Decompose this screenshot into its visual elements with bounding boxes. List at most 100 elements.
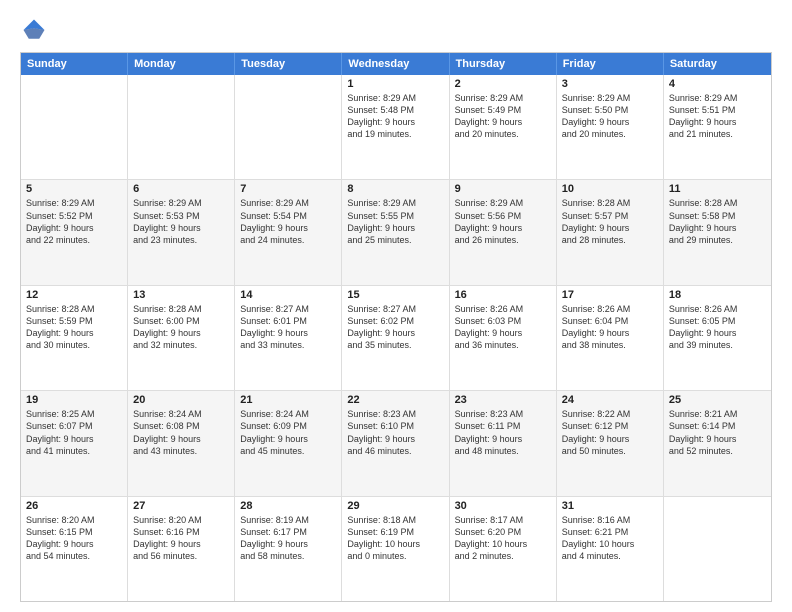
cell-info: Sunrise: 8:21 AM Sunset: 6:14 PM Dayligh… — [669, 408, 766, 457]
day-header-thursday: Thursday — [450, 53, 557, 75]
day-cell-5: 5 Sunrise: 8:29 AM Sunset: 5:52 PM Daylig… — [21, 180, 128, 284]
week-row-4: 19 Sunrise: 8:25 AM Sunset: 6:07 PM Dayli… — [21, 391, 771, 496]
cell-info: Sunrise: 8:23 AM Sunset: 6:11 PM Dayligh… — [455, 408, 551, 457]
day-number: 17 — [562, 289, 658, 301]
day-header-friday: Friday — [557, 53, 664, 75]
cell-info: Sunrise: 8:29 AM Sunset: 5:48 PM Dayligh… — [347, 92, 443, 141]
day-number: 31 — [562, 500, 658, 512]
cell-info: Sunrise: 8:20 AM Sunset: 6:15 PM Dayligh… — [26, 514, 122, 563]
day-cell-26: 26 Sunrise: 8:20 AM Sunset: 6:15 PM Dayli… — [21, 497, 128, 601]
cell-info: Sunrise: 8:25 AM Sunset: 6:07 PM Dayligh… — [26, 408, 122, 457]
day-number: 28 — [240, 500, 336, 512]
cell-info: Sunrise: 8:20 AM Sunset: 6:16 PM Dayligh… — [133, 514, 229, 563]
logo-icon — [20, 16, 48, 44]
cell-info: Sunrise: 8:29 AM Sunset: 5:53 PM Dayligh… — [133, 197, 229, 246]
day-cell-17: 17 Sunrise: 8:26 AM Sunset: 6:04 PM Dayli… — [557, 286, 664, 390]
day-cell-8: 8 Sunrise: 8:29 AM Sunset: 5:55 PM Daylig… — [342, 180, 449, 284]
day-number: 9 — [455, 183, 551, 195]
day-number: 30 — [455, 500, 551, 512]
day-cell-11: 11Sunrise: 8:28 AM Sunset: 5:58 PM Dayli… — [664, 180, 771, 284]
day-cell-31: 31 Sunrise: 8:16 AM Sunset: 6:21 PM Dayli… — [557, 497, 664, 601]
day-number: 5 — [26, 183, 122, 195]
day-cell-1: 1 Sunrise: 8:29 AM Sunset: 5:48 PM Daylig… — [342, 75, 449, 179]
day-cell-16: 16 Sunrise: 8:26 AM Sunset: 6:03 PM Dayli… — [450, 286, 557, 390]
day-cell-13: 13 Sunrise: 8:28 AM Sunset: 6:00 PM Dayli… — [128, 286, 235, 390]
day-header-tuesday: Tuesday — [235, 53, 342, 75]
empty-cell — [235, 75, 342, 179]
cell-info: Sunrise: 8:29 AM Sunset: 5:54 PM Dayligh… — [240, 197, 336, 246]
cell-info: Sunrise: 8:24 AM Sunset: 6:08 PM Dayligh… — [133, 408, 229, 457]
day-number: 18 — [669, 289, 766, 301]
cell-info: Sunrise: 8:26 AM Sunset: 6:04 PM Dayligh… — [562, 303, 658, 352]
logo — [20, 16, 52, 44]
day-number: 11 — [669, 183, 766, 195]
day-number: 7 — [240, 183, 336, 195]
day-number: 16 — [455, 289, 551, 301]
day-number: 4 — [669, 78, 766, 90]
cell-info: Sunrise: 8:17 AM Sunset: 6:20 PM Dayligh… — [455, 514, 551, 563]
day-number: 26 — [26, 500, 122, 512]
cell-info: Sunrise: 8:27 AM Sunset: 6:02 PM Dayligh… — [347, 303, 443, 352]
day-cell-10: 10 Sunrise: 8:28 AM Sunset: 5:57 PM Dayli… — [557, 180, 664, 284]
cell-info: Sunrise: 8:29 AM Sunset: 5:50 PM Dayligh… — [562, 92, 658, 141]
day-number: 23 — [455, 394, 551, 406]
week-row-5: 26 Sunrise: 8:20 AM Sunset: 6:15 PM Dayli… — [21, 497, 771, 601]
day-number: 12 — [26, 289, 122, 301]
day-number: 25 — [669, 394, 766, 406]
day-number: 6 — [133, 183, 229, 195]
day-cell-23: 23 Sunrise: 8:23 AM Sunset: 6:11 PM Dayli… — [450, 391, 557, 495]
day-cell-6: 6 Sunrise: 8:29 AM Sunset: 5:53 PM Daylig… — [128, 180, 235, 284]
day-cell-22: 22 Sunrise: 8:23 AM Sunset: 6:10 PM Dayli… — [342, 391, 449, 495]
day-cell-27: 27 Sunrise: 8:20 AM Sunset: 6:16 PM Dayli… — [128, 497, 235, 601]
cell-info: Sunrise: 8:29 AM Sunset: 5:55 PM Dayligh… — [347, 197, 443, 246]
week-row-3: 12 Sunrise: 8:28 AM Sunset: 5:59 PM Dayli… — [21, 286, 771, 391]
cell-info: Sunrise: 8:28 AM Sunset: 6:00 PM Dayligh… — [133, 303, 229, 352]
cell-info: Sunrise: 8:16 AM Sunset: 6:21 PM Dayligh… — [562, 514, 658, 563]
day-header-sunday: Sunday — [21, 53, 128, 75]
day-number: 15 — [347, 289, 443, 301]
cell-info: Sunrise: 8:19 AM Sunset: 6:17 PM Dayligh… — [240, 514, 336, 563]
day-cell-20: 20 Sunrise: 8:24 AM Sunset: 6:08 PM Dayli… — [128, 391, 235, 495]
cell-info: Sunrise: 8:24 AM Sunset: 6:09 PM Dayligh… — [240, 408, 336, 457]
day-number: 13 — [133, 289, 229, 301]
cell-info: Sunrise: 8:26 AM Sunset: 6:03 PM Dayligh… — [455, 303, 551, 352]
day-cell-28: 28 Sunrise: 8:19 AM Sunset: 6:17 PM Dayli… — [235, 497, 342, 601]
day-number: 8 — [347, 183, 443, 195]
day-cell-19: 19 Sunrise: 8:25 AM Sunset: 6:07 PM Dayli… — [21, 391, 128, 495]
day-cell-15: 15 Sunrise: 8:27 AM Sunset: 6:02 PM Dayli… — [342, 286, 449, 390]
cell-info: Sunrise: 8:27 AM Sunset: 6:01 PM Dayligh… — [240, 303, 336, 352]
day-cell-21: 21 Sunrise: 8:24 AM Sunset: 6:09 PM Dayli… — [235, 391, 342, 495]
day-cell-3: 3Sunrise: 8:29 AM Sunset: 5:50 PM Daylig… — [557, 75, 664, 179]
day-number: 22 — [347, 394, 443, 406]
cell-info: Sunrise: 8:29 AM Sunset: 5:51 PM Dayligh… — [669, 92, 766, 141]
page: SundayMondayTuesdayWednesdayThursdayFrid… — [0, 0, 792, 612]
day-number: 19 — [26, 394, 122, 406]
day-number: 29 — [347, 500, 443, 512]
day-cell-18: 18 Sunrise: 8:26 AM Sunset: 6:05 PM Dayli… — [664, 286, 771, 390]
cell-info: Sunrise: 8:22 AM Sunset: 6:12 PM Dayligh… — [562, 408, 658, 457]
day-cell-29: 29Sunrise: 8:18 AM Sunset: 6:19 PM Dayli… — [342, 497, 449, 601]
day-number: 2 — [455, 78, 551, 90]
day-number: 1 — [347, 78, 443, 90]
day-cell-30: 30 Sunrise: 8:17 AM Sunset: 6:20 PM Dayli… — [450, 497, 557, 601]
day-number: 21 — [240, 394, 336, 406]
calendar-body: 1 Sunrise: 8:29 AM Sunset: 5:48 PM Daylig… — [21, 75, 771, 601]
day-cell-25: 25 Sunrise: 8:21 AM Sunset: 6:14 PM Dayli… — [664, 391, 771, 495]
cell-info: Sunrise: 8:28 AM Sunset: 5:57 PM Dayligh… — [562, 197, 658, 246]
day-header-saturday: Saturday — [664, 53, 771, 75]
cell-info: Sunrise: 8:26 AM Sunset: 6:05 PM Dayligh… — [669, 303, 766, 352]
week-row-2: 5 Sunrise: 8:29 AM Sunset: 5:52 PM Daylig… — [21, 180, 771, 285]
cell-info: Sunrise: 8:29 AM Sunset: 5:52 PM Dayligh… — [26, 197, 122, 246]
cell-info: Sunrise: 8:29 AM Sunset: 5:49 PM Dayligh… — [455, 92, 551, 141]
day-cell-12: 12 Sunrise: 8:28 AM Sunset: 5:59 PM Dayli… — [21, 286, 128, 390]
day-number: 10 — [562, 183, 658, 195]
cell-info: Sunrise: 8:28 AM Sunset: 5:59 PM Dayligh… — [26, 303, 122, 352]
calendar-header: SundayMondayTuesdayWednesdayThursdayFrid… — [21, 53, 771, 75]
day-number: 20 — [133, 394, 229, 406]
day-cell-4: 4 Sunrise: 8:29 AM Sunset: 5:51 PM Daylig… — [664, 75, 771, 179]
empty-cell — [21, 75, 128, 179]
day-header-wednesday: Wednesday — [342, 53, 449, 75]
cell-info: Sunrise: 8:23 AM Sunset: 6:10 PM Dayligh… — [347, 408, 443, 457]
empty-cell — [128, 75, 235, 179]
day-number: 27 — [133, 500, 229, 512]
